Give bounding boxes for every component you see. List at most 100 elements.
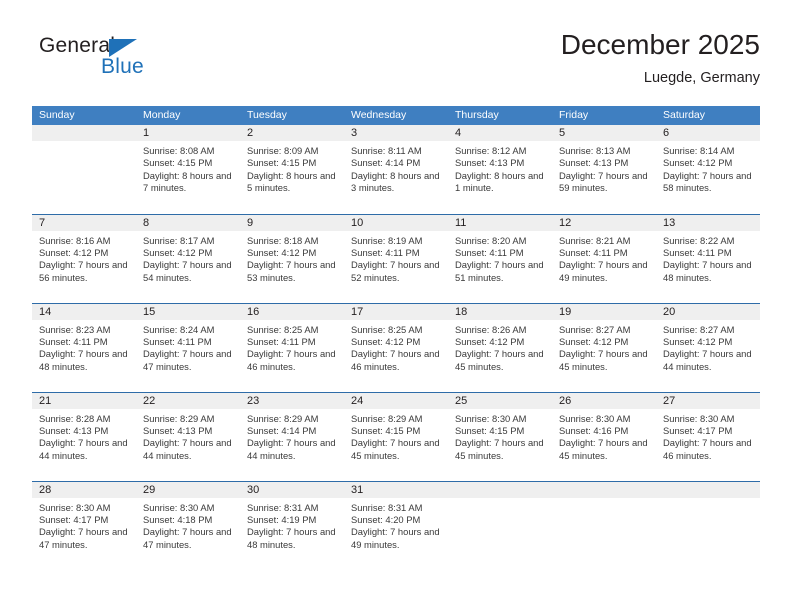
- day-number: 14: [32, 303, 136, 320]
- day-cell-inner: 23 Sunrise: 8:29 AM Sunset: 4:14 PM Dayligh…: [240, 392, 344, 481]
- day-cell-inner: 11 Sunrise: 8:20 AM Sunset: 4:11 PM Dayligh…: [448, 214, 552, 303]
- daylight-text: Daylight: 7 hours and 58 minutes.: [663, 169, 752, 194]
- calendar-day-cell[interactable]: 25 Sunrise: 8:30 AM Sunset: 4:15 PM Dayligh…: [448, 391, 552, 481]
- day-details: Sunrise: 8:08 AM Sunset: 4:15 PM Daylight:…: [136, 141, 240, 195]
- day-details: Sunrise: 8:25 AM Sunset: 4:12 PM Daylight:…: [344, 320, 448, 374]
- calendar-week-row: 7 Sunrise: 8:16 AM Sunset: 4:12 PM Daylight…: [32, 213, 760, 303]
- daylight-text: Daylight: 7 hours and 47 minutes.: [143, 348, 232, 372]
- sunset-text: Sunset: 4:13 PM: [143, 424, 213, 436]
- day-number: 3: [344, 125, 448, 141]
- calendar-day-cell[interactable]: 18 Sunrise: 8:26 AM Sunset: 4:12 PM Dayligh…: [448, 302, 552, 392]
- calendar-day-cell[interactable]: 19 Sunrise: 8:27 AM Sunset: 4:12 PM Dayligh…: [552, 302, 656, 392]
- sunset-text: Sunset: 4:11 PM: [247, 335, 316, 347]
- calendar-day-cell[interactable]: 4 Sunrise: 8:12 AM Sunset: 4:13 PM Daylight…: [448, 125, 552, 214]
- calendar-table: Sunday Monday Tuesday Wednesday Thursday…: [32, 106, 760, 570]
- day-details: Sunrise: 8:14 AM Sunset: 4:12 PM Daylight:…: [656, 141, 760, 195]
- logo[interactable]: General Blue: [39, 34, 229, 90]
- day-details: Sunrise: 8:30 AM Sunset: 4:17 PM Daylight:…: [656, 409, 760, 463]
- day-number: 13: [656, 214, 760, 231]
- day-cell-inner: 21 Sunrise: 8:28 AM Sunset: 4:13 PM Dayligh…: [32, 392, 136, 481]
- sunset-text: Sunset: 4:13 PM: [559, 157, 629, 169]
- daylight-text: Daylight: 7 hours and 56 minutes.: [39, 259, 128, 283]
- daylight-text: Daylight: 7 hours and 45 minutes.: [455, 348, 544, 372]
- day-number: 30: [240, 481, 344, 498]
- day-cell-inner: 10 Sunrise: 8:19 AM Sunset: 4:11 PM Dayligh…: [344, 214, 448, 303]
- calendar-day-cell[interactable]: 5 Sunrise: 8:13 AM Sunset: 4:13 PM Daylight…: [552, 125, 656, 214]
- calendar-week-row: 21 Sunrise: 8:28 AM Sunset: 4:13 PM Dayligh…: [32, 391, 760, 481]
- calendar-day-cell[interactable]: 7 Sunrise: 8:16 AM Sunset: 4:12 PM Daylight…: [32, 213, 136, 303]
- calendar-day-cell[interactable]: 22 Sunrise: 8:29 AM Sunset: 4:13 PM Dayligh…: [136, 391, 240, 481]
- calendar-day-cell[interactable]: 28 Sunrise: 8:30 AM Sunset: 4:17 PM Dayligh…: [32, 480, 136, 570]
- day-details: Sunrise: 8:12 AM Sunset: 4:13 PM Daylight:…: [448, 141, 552, 195]
- day-details: Sunrise: 8:31 AM Sunset: 4:20 PM Daylight:…: [344, 498, 448, 552]
- calendar-day-cell[interactable]: 20 Sunrise: 8:27 AM Sunset: 4:12 PM Dayligh…: [656, 302, 760, 392]
- day-details: Sunrise: 8:17 AM Sunset: 4:12 PM Daylight:…: [136, 231, 240, 285]
- sunset-text: Sunset: 4:14 PM: [247, 424, 317, 436]
- calendar-day-cell[interactable]: 27 Sunrise: 8:30 AM Sunset: 4:17 PM Dayligh…: [656, 391, 760, 481]
- calendar-day-cell[interactable]: 2 Sunrise: 8:09 AM Sunset: 4:15 PM Daylight…: [240, 125, 344, 214]
- calendar-day-cell[interactable]: 26 Sunrise: 8:30 AM Sunset: 4:16 PM Dayligh…: [552, 391, 656, 481]
- sunset-text: Sunset: 4:11 PM: [39, 335, 108, 347]
- day-number: [32, 125, 136, 141]
- calendar-week-row: 1 Sunrise: 8:08 AM Sunset: 4:15 PM Daylight…: [32, 125, 760, 214]
- daylight-text: Daylight: 7 hours and 52 minutes.: [351, 259, 440, 283]
- daylight-text: Daylight: 7 hours and 48 minutes.: [663, 259, 752, 283]
- sunrise-text: Sunrise: 8:26 AM: [455, 323, 527, 335]
- weekday-header-saturday: Saturday: [656, 106, 760, 125]
- calendar-day-cell-empty: [448, 480, 552, 570]
- calendar-day-cell[interactable]: 10 Sunrise: 8:19 AM Sunset: 4:11 PM Dayligh…: [344, 213, 448, 303]
- calendar-day-cell[interactable]: 16 Sunrise: 8:25 AM Sunset: 4:11 PM Dayligh…: [240, 302, 344, 392]
- calendar-day-cell[interactable]: 6 Sunrise: 8:14 AM Sunset: 4:12 PM Daylight…: [656, 125, 760, 214]
- day-details: Sunrise: 8:31 AM Sunset: 4:19 PM Daylight:…: [240, 498, 344, 552]
- daylight-text: Daylight: 7 hours and 48 minutes.: [247, 526, 336, 550]
- day-number: 12: [552, 214, 656, 231]
- day-details: Sunrise: 8:16 AM Sunset: 4:12 PM Daylight:…: [32, 231, 136, 285]
- day-number: 6: [656, 125, 760, 141]
- day-details: Sunrise: 8:26 AM Sunset: 4:12 PM Daylight:…: [448, 320, 552, 374]
- day-cell-inner: 25 Sunrise: 8:30 AM Sunset: 4:15 PM Dayligh…: [448, 392, 552, 481]
- sunset-text: Sunset: 4:15 PM: [143, 157, 213, 169]
- calendar-day-cell[interactable]: 15 Sunrise: 8:24 AM Sunset: 4:11 PM Dayligh…: [136, 302, 240, 392]
- calendar-day-cell[interactable]: 1 Sunrise: 8:08 AM Sunset: 4:15 PM Daylight…: [136, 125, 240, 214]
- sunset-text: Sunset: 4:12 PM: [663, 157, 733, 169]
- day-number: 8: [136, 214, 240, 231]
- calendar-day-cell[interactable]: 9 Sunrise: 8:18 AM Sunset: 4:12 PM Daylight…: [240, 213, 344, 303]
- day-cell-inner: 15 Sunrise: 8:24 AM Sunset: 4:11 PM Dayligh…: [136, 303, 240, 392]
- day-number: [656, 481, 760, 498]
- calendar-day-cell[interactable]: 29 Sunrise: 8:30 AM Sunset: 4:18 PM Dayligh…: [136, 480, 240, 570]
- calendar-day-cell[interactable]: 3 Sunrise: 8:11 AM Sunset: 4:14 PM Daylight…: [344, 125, 448, 214]
- sunrise-text: Sunrise: 8:20 AM: [455, 234, 527, 246]
- daylight-text: Daylight: 7 hours and 45 minutes.: [559, 437, 648, 461]
- calendar-day-cell[interactable]: 24 Sunrise: 8:29 AM Sunset: 4:15 PM Dayligh…: [344, 391, 448, 481]
- calendar-week-row: 14 Sunrise: 8:23 AM Sunset: 4:11 PM Dayligh…: [32, 302, 760, 392]
- sunset-text: Sunset: 4:12 PM: [559, 335, 629, 347]
- sunset-text: Sunset: 4:15 PM: [351, 424, 421, 436]
- calendar-day-cell[interactable]: 30 Sunrise: 8:31 AM Sunset: 4:19 PM Dayligh…: [240, 480, 344, 570]
- day-cell-inner: [448, 481, 552, 570]
- day-number: 27: [656, 392, 760, 409]
- calendar-day-cell[interactable]: 11 Sunrise: 8:20 AM Sunset: 4:11 PM Dayligh…: [448, 213, 552, 303]
- day-cell-inner: 13 Sunrise: 8:22 AM Sunset: 4:11 PM Dayligh…: [656, 214, 760, 303]
- day-cell-inner: 19 Sunrise: 8:27 AM Sunset: 4:12 PM Dayligh…: [552, 303, 656, 392]
- calendar-day-cell[interactable]: 12 Sunrise: 8:21 AM Sunset: 4:11 PM Dayligh…: [552, 213, 656, 303]
- day-cell-inner: 22 Sunrise: 8:29 AM Sunset: 4:13 PM Dayligh…: [136, 392, 240, 481]
- calendar-day-cell[interactable]: 8 Sunrise: 8:17 AM Sunset: 4:12 PM Daylight…: [136, 213, 240, 303]
- day-number: 15: [136, 303, 240, 320]
- day-number: 26: [552, 392, 656, 409]
- day-cell-inner: 17 Sunrise: 8:25 AM Sunset: 4:12 PM Dayligh…: [344, 303, 448, 392]
- calendar-day-cell[interactable]: 17 Sunrise: 8:25 AM Sunset: 4:12 PM Dayligh…: [344, 302, 448, 392]
- calendar-day-cell[interactable]: 31 Sunrise: 8:31 AM Sunset: 4:20 PM Dayligh…: [344, 480, 448, 570]
- calendar-day-cell[interactable]: 14 Sunrise: 8:23 AM Sunset: 4:11 PM Dayligh…: [32, 302, 136, 392]
- calendar-day-cell[interactable]: 13 Sunrise: 8:22 AM Sunset: 4:11 PM Dayligh…: [656, 213, 760, 303]
- calendar-body: 1 Sunrise: 8:08 AM Sunset: 4:15 PM Daylight…: [32, 125, 760, 570]
- sunset-text: Sunset: 4:13 PM: [455, 157, 525, 169]
- sunrise-text: Sunrise: 8:30 AM: [455, 412, 527, 424]
- calendar-day-cell[interactable]: 21 Sunrise: 8:28 AM Sunset: 4:13 PM Dayligh…: [32, 391, 136, 481]
- calendar-day-cell[interactable]: 23 Sunrise: 8:29 AM Sunset: 4:14 PM Dayligh…: [240, 391, 344, 481]
- day-number: 29: [136, 481, 240, 498]
- calendar-head: Sunday Monday Tuesday Wednesday Thursday…: [32, 106, 760, 125]
- day-cell-inner: 8 Sunrise: 8:17 AM Sunset: 4:12 PM Daylight…: [136, 214, 240, 303]
- sunset-text: Sunset: 4:11 PM: [663, 246, 732, 258]
- day-cell-inner: [656, 481, 760, 570]
- daylight-text: Daylight: 7 hours and 44 minutes.: [247, 437, 336, 461]
